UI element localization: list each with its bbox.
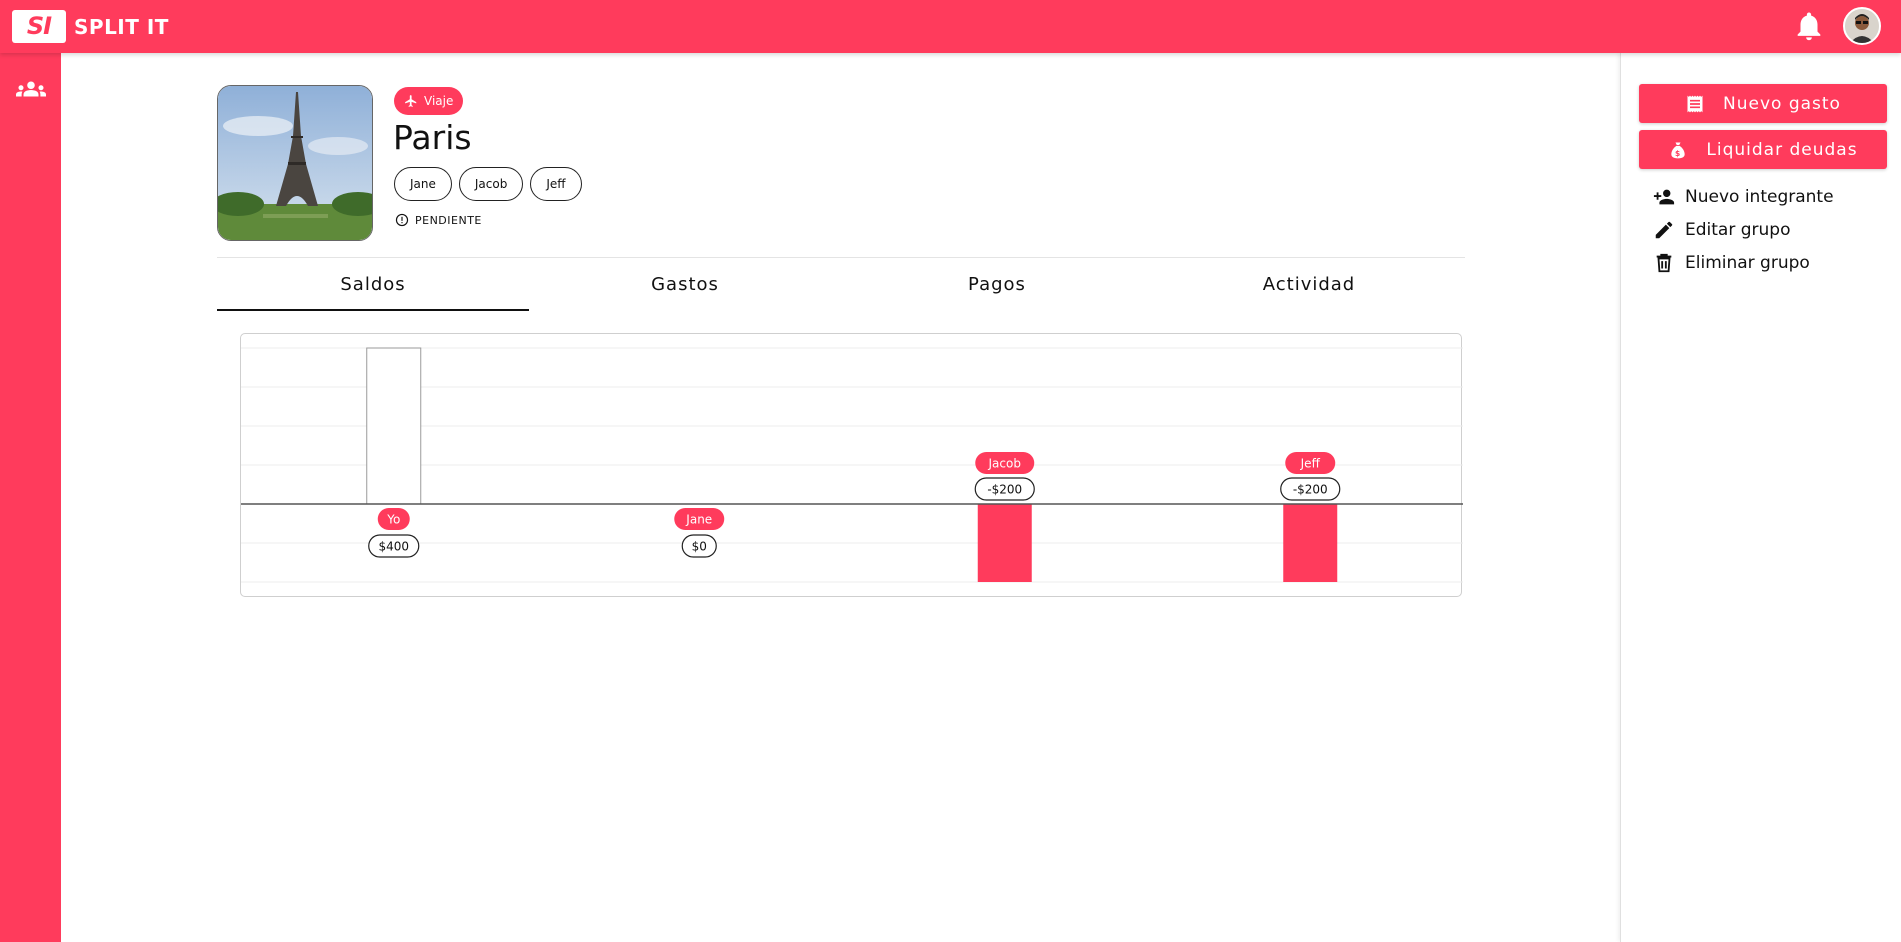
add-member-link[interactable]: Nuevo integrante xyxy=(1651,186,1834,208)
right-panel: Nuevo gasto $ Liquidar deudas Nuevo inte… xyxy=(1620,53,1901,942)
bar xyxy=(977,504,1032,582)
tab-pagos[interactable]: Pagos xyxy=(841,258,1153,311)
left-sidebar xyxy=(0,53,61,942)
tab-actividad[interactable]: Actividad xyxy=(1153,258,1465,311)
member-chip[interactable]: Jane xyxy=(394,167,452,201)
receipt-icon xyxy=(1687,95,1703,112)
airplane-icon xyxy=(405,95,417,107)
svg-text:$: $ xyxy=(1675,148,1681,157)
value-label: -$200 xyxy=(987,483,1022,497)
settle-debts-button[interactable]: $ Liquidar deudas xyxy=(1639,130,1887,169)
balance-chart: Yo $400 Jane $0 Jacob -$200 Jeff -$200 xyxy=(240,333,1463,597)
edit-group-label: Editar grupo xyxy=(1685,220,1791,240)
category-label: Jane xyxy=(685,513,712,527)
top-bar: SI SPLIT IT xyxy=(0,0,1901,53)
pencil-icon xyxy=(1655,221,1673,239)
group-status: PENDIENTE xyxy=(395,213,482,227)
value-label: -$200 xyxy=(1293,483,1328,497)
edit-group-link[interactable]: Editar grupo xyxy=(1651,219,1790,241)
member-chip[interactable]: Jeff xyxy=(530,167,582,201)
new-expense-button[interactable]: Nuevo gasto xyxy=(1639,84,1887,123)
trash-icon xyxy=(1656,253,1672,273)
bar xyxy=(1283,504,1338,582)
tab-bar: Saldos Gastos Pagos Actividad xyxy=(217,258,1465,311)
bar xyxy=(366,347,422,505)
category-label: Jeff xyxy=(1300,457,1321,471)
group-title: Paris xyxy=(393,118,472,157)
group-image xyxy=(217,85,373,241)
person-add-icon xyxy=(1653,189,1675,205)
tab-gastos[interactable]: Gastos xyxy=(529,258,841,311)
info-icon xyxy=(395,213,409,227)
member-chip[interactable]: Jacob xyxy=(458,167,524,201)
category-label: Viaje xyxy=(424,94,454,108)
category-label: Yo xyxy=(386,513,400,527)
status-label: PENDIENTE xyxy=(415,213,482,227)
add-member-label: Nuevo integrante xyxy=(1685,187,1834,207)
member-list: Jane Jacob Jeff xyxy=(394,167,582,201)
value-label: $400 xyxy=(378,540,409,554)
app-logo[interactable]: SI SPLIT IT xyxy=(12,10,169,43)
group-icon[interactable] xyxy=(16,77,46,101)
logo-mark: SI xyxy=(12,10,66,43)
category-label: Jacob xyxy=(988,457,1021,471)
avatar[interactable] xyxy=(1843,7,1881,45)
bell-icon[interactable] xyxy=(1792,9,1826,43)
logo-text: SPLIT IT xyxy=(74,14,169,39)
settle-debts-label: Liquidar deudas xyxy=(1706,139,1858,160)
delete-group-label: Eliminar grupo xyxy=(1685,253,1810,273)
balance-chart-svg: Yo $400 Jane $0 Jacob -$200 Jeff -$200 xyxy=(241,347,1463,583)
category-badge: Viaje xyxy=(394,87,464,115)
delete-group-link[interactable]: Eliminar grupo xyxy=(1651,252,1810,274)
tab-saldos[interactable]: Saldos xyxy=(217,258,529,311)
new-expense-label: Nuevo gasto xyxy=(1723,93,1841,114)
money-bag-icon: $ xyxy=(1671,142,1686,158)
value-label: $0 xyxy=(692,540,707,554)
